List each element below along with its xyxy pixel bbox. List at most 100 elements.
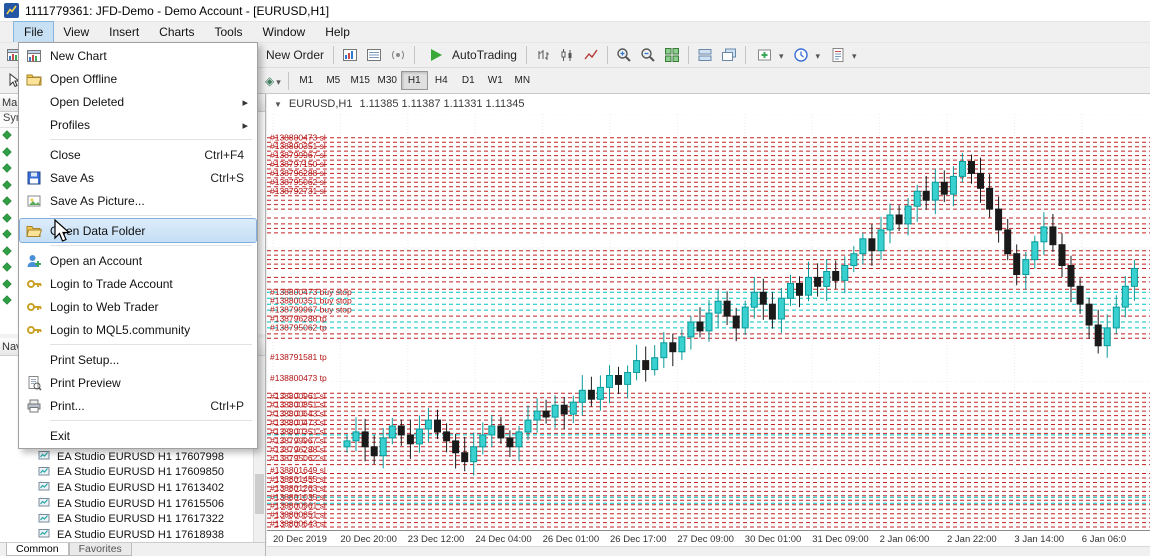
file-menu-item-save-as[interactable]: Save As Ctrl+S xyxy=(20,166,256,189)
timeframe-h4[interactable]: H4 xyxy=(428,71,455,90)
menu-item-label: Print Preview xyxy=(50,375,121,390)
navigator-list: EA Studio EURUSD H1 17607998 EA Studio EU… xyxy=(0,449,252,543)
signals-icon[interactable] xyxy=(386,45,410,65)
navigator-list-item[interactable]: EA Studio EURUSD H1 17618938 xyxy=(0,527,252,543)
svg-text:#138795062 sl: #138795062 sl xyxy=(270,453,326,463)
navigator-list-item[interactable]: EA Studio EURUSD H1 17613402 xyxy=(0,480,252,496)
chart-symbol-label: EURUSD,H1 xyxy=(288,98,353,110)
arrange-windows-icon[interactable] xyxy=(693,45,717,65)
floppy-icon xyxy=(22,169,46,187)
autotrading-play-icon xyxy=(424,45,448,65)
time-axis-label: 20 Dec 20:00 xyxy=(340,534,397,545)
chart-collapse-icon[interactable] xyxy=(274,98,282,110)
menu-charts[interactable]: Charts xyxy=(149,22,204,42)
chart-header: EURUSD,H1 1.11385 1.11387 1.11331 1.1134… xyxy=(267,94,1150,114)
navigator-list-item[interactable]: EA Studio EURUSD H1 17607998 xyxy=(0,449,252,465)
file-menu-item-print-setup[interactable]: Print Setup... xyxy=(20,348,256,371)
new-order-button-label: New Order xyxy=(266,48,325,62)
zoom-in-icon[interactable] xyxy=(612,45,636,65)
file-menu-item-login-to-mql5-community[interactable]: Login to MQL5.community xyxy=(20,318,256,341)
menu-insert[interactable]: Insert xyxy=(99,22,149,42)
timeframe-h1[interactable]: H1 xyxy=(400,71,428,90)
navigator-list-item[interactable]: EA Studio EURUSD H1 17609850 xyxy=(0,465,252,481)
file-menu-item-close[interactable]: Close Ctrl+F4 xyxy=(20,143,256,166)
chevron-down-icon xyxy=(276,74,281,88)
no-icon xyxy=(22,93,46,111)
menu-window[interactable]: Window xyxy=(253,22,316,42)
menu-item-label: Print Setup... xyxy=(50,352,120,367)
menu-item-label: Save As xyxy=(50,170,95,185)
bar-chart-icon[interactable] xyxy=(531,45,555,65)
printer-icon xyxy=(22,397,46,415)
time-axis-label: 3 Jan 14:00 xyxy=(1014,534,1065,545)
menu-tools[interactable]: Tools xyxy=(205,22,253,42)
symbol-diamond-icon xyxy=(2,162,12,176)
titlebar: 1111779361: JFD-Demo - Demo Account - [E… xyxy=(0,0,1150,22)
timeframe-m15[interactable]: M15 xyxy=(347,71,374,90)
file-menu-item-open-data-folder[interactable]: Open Data Folder xyxy=(19,218,257,243)
file-menu-item-exit[interactable]: Exit xyxy=(20,424,256,447)
window-title: 1111779361: JFD-Demo - Demo Account - [E… xyxy=(25,3,330,18)
toolbar-separator xyxy=(333,46,335,64)
file-menu-item-open-deleted[interactable]: Open Deleted xyxy=(20,90,256,113)
timeframe-mn[interactable]: MN xyxy=(509,71,536,90)
symbol-diamond-icon xyxy=(2,294,12,308)
menubar: File View Insert Charts Tools Window Help xyxy=(0,21,1150,43)
menu-help[interactable]: Help xyxy=(315,22,360,42)
menu-item-label: Profiles xyxy=(50,117,91,132)
shapes-dropdown-icon[interactable]: ◈ xyxy=(262,74,284,88)
navigator-list-item[interactable]: EA Studio EURUSD H1 17615506 xyxy=(0,496,252,512)
symbol-diamond-icon xyxy=(2,179,12,193)
scrollbar-thumb[interactable] xyxy=(255,474,264,514)
file-menu-item-open-offline[interactable]: Open Offline xyxy=(20,67,256,90)
symbol-diamond-icon xyxy=(2,212,12,226)
chevron-down-icon xyxy=(779,48,784,62)
tab-favorites[interactable]: Favorites xyxy=(68,543,132,556)
ea-icon xyxy=(38,511,52,527)
timeframe-m5[interactable]: M5 xyxy=(320,71,347,90)
cascade-windows-icon[interactable] xyxy=(717,45,741,65)
symbol-diamond-icon xyxy=(2,228,12,242)
menu-view[interactable]: View xyxy=(53,22,99,42)
zoom-out-icon[interactable] xyxy=(636,45,660,65)
shapes-icon: ◈ xyxy=(265,73,275,88)
navigator-list-item[interactable]: EA Studio EURUSD H1 17617322 xyxy=(0,511,252,527)
market-watch-icon[interactable] xyxy=(338,45,362,65)
file-menu-item-profiles[interactable]: Profiles xyxy=(20,113,256,136)
indicators-dropdown[interactable] xyxy=(750,45,787,65)
file-menu-item-print-preview[interactable]: Print Preview xyxy=(20,371,256,394)
no-icon xyxy=(22,427,46,445)
svg-text:#138800473 tp: #138800473 tp xyxy=(270,373,327,383)
templates-dropdown[interactable] xyxy=(823,45,860,65)
timeframe-m1[interactable]: M1 xyxy=(293,71,320,90)
line-chart-icon[interactable] xyxy=(579,45,603,65)
file-menu-item-open-an-account[interactable]: Open an Account xyxy=(20,249,256,272)
file-menu-item-save-as-picture[interactable]: Save As Picture... xyxy=(20,189,256,212)
templates-dropdown xyxy=(826,45,850,65)
data-window-icon[interactable] xyxy=(362,45,386,65)
time-axis[interactable]: 20 Dec 2019 20 Dec 20:00 23 Dec 12:00 24 De… xyxy=(267,530,1150,546)
candlestick-chart-icon[interactable] xyxy=(555,45,579,65)
timeframe-d1[interactable]: D1 xyxy=(455,71,482,90)
time-axis-label: 2 Jan 22:00 xyxy=(947,534,997,545)
file-menu-item-login-to-trade-account[interactable]: Login to Trade Account xyxy=(20,272,256,295)
periods-dropdown[interactable] xyxy=(786,45,823,65)
file-menu-item-login-to-web-trader[interactable]: Login to Web Trader xyxy=(20,295,256,318)
candlestick-chart[interactable]: #138800473 sl#138800351 sl#138799967 sl#… xyxy=(267,114,1150,530)
file-menu-item-new-chart[interactable]: New Chart xyxy=(20,44,256,67)
tab-common[interactable]: Common xyxy=(6,543,69,556)
symbol-diamond-icon xyxy=(2,129,12,143)
timeframes-toolbar: M1 M5 M15 M30 H1 H4 D1 W1 MN xyxy=(293,71,536,90)
file-menu-item-print[interactable]: Print... Ctrl+P xyxy=(20,394,256,417)
app-icon xyxy=(4,3,19,18)
timeframe-w1[interactable]: W1 xyxy=(482,71,509,90)
svg-text:#138791581 tp: #138791581 tp xyxy=(270,352,327,362)
chart-canvas[interactable]: #138800473 sl #138800351 sl #138799967 sl #… xyxy=(267,114,1150,530)
autotrading-button[interactable]: AutoTrading xyxy=(419,43,522,67)
timeframe-m30[interactable]: M30 xyxy=(374,71,401,90)
menu-file[interactable]: File xyxy=(12,21,55,43)
submenu-arrow-icon xyxy=(242,118,254,132)
tile-windows-icon[interactable] xyxy=(660,45,684,65)
menu-separator xyxy=(20,242,256,249)
navigator-item-label: EA Studio EURUSD H1 17617322 xyxy=(57,513,224,526)
